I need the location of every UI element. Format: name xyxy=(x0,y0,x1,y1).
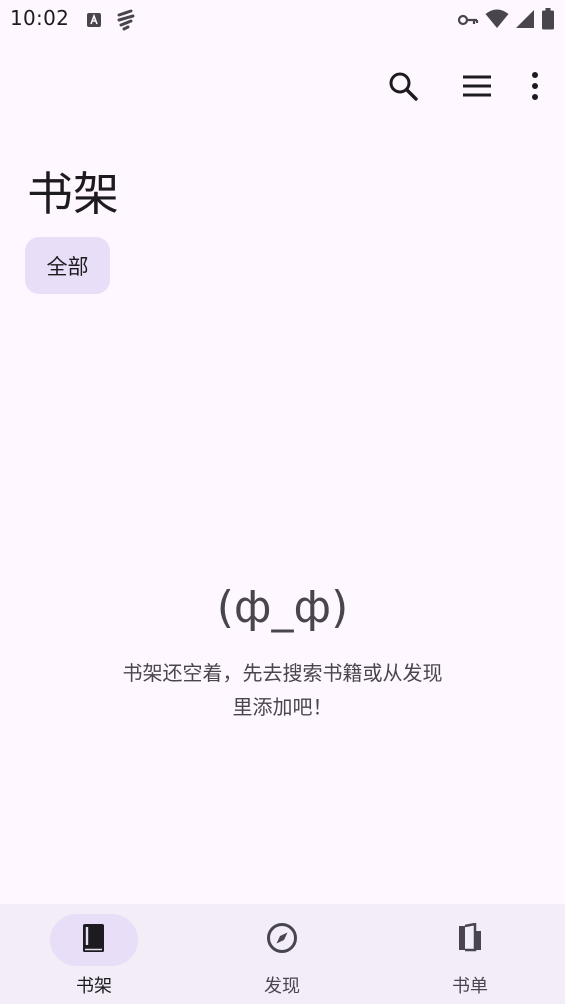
cell-signal-icon xyxy=(515,9,535,33)
font-app-icon xyxy=(86,12,102,32)
nav-label-booklist: 书单 xyxy=(452,976,488,997)
nav-item-booklist[interactable]: 书单 xyxy=(400,904,540,1004)
more-vert-icon xyxy=(530,71,540,105)
nav-label-bookshelf: 书架 xyxy=(76,976,112,997)
status-bar: 10:02 xyxy=(0,0,565,40)
more-options-button[interactable] xyxy=(515,62,555,114)
filter-chip-label: 全部 xyxy=(46,254,89,279)
top-app-bar-actions xyxy=(357,62,555,114)
nav-item-discover[interactable]: 发现 xyxy=(212,904,352,1004)
compass-icon xyxy=(266,922,298,958)
empty-state-message: 书架还空着，先去搜索书籍或从发现里添加吧！ xyxy=(122,661,443,719)
signal-app-icon xyxy=(116,9,136,35)
status-right-icons xyxy=(457,8,555,34)
filter-chip-all[interactable]: 全部 xyxy=(25,237,110,294)
search-button[interactable] xyxy=(375,62,431,114)
nav-active-indicator xyxy=(50,914,138,966)
status-left-icons xyxy=(86,9,136,35)
status-time: 10:02 xyxy=(10,6,70,30)
empty-state-face: (ф_ф) xyxy=(216,582,349,633)
wifi-icon xyxy=(485,9,509,33)
nav-item-bookshelf[interactable]: 书架 xyxy=(24,904,164,1004)
nav-indicator xyxy=(238,914,326,966)
book-icon xyxy=(80,923,108,957)
menu-button[interactable] xyxy=(449,62,505,114)
battery-icon xyxy=(541,8,555,34)
nav-label-discover: 发现 xyxy=(264,976,300,997)
page-title: 书架 xyxy=(27,167,119,221)
search-icon xyxy=(387,70,419,106)
menu-icon xyxy=(461,74,493,102)
book-list-icon xyxy=(456,922,484,957)
nav-indicator xyxy=(426,914,514,966)
bottom-navigation: 书架 发现 书单 xyxy=(0,904,565,1004)
vpn-key-icon xyxy=(457,12,479,31)
